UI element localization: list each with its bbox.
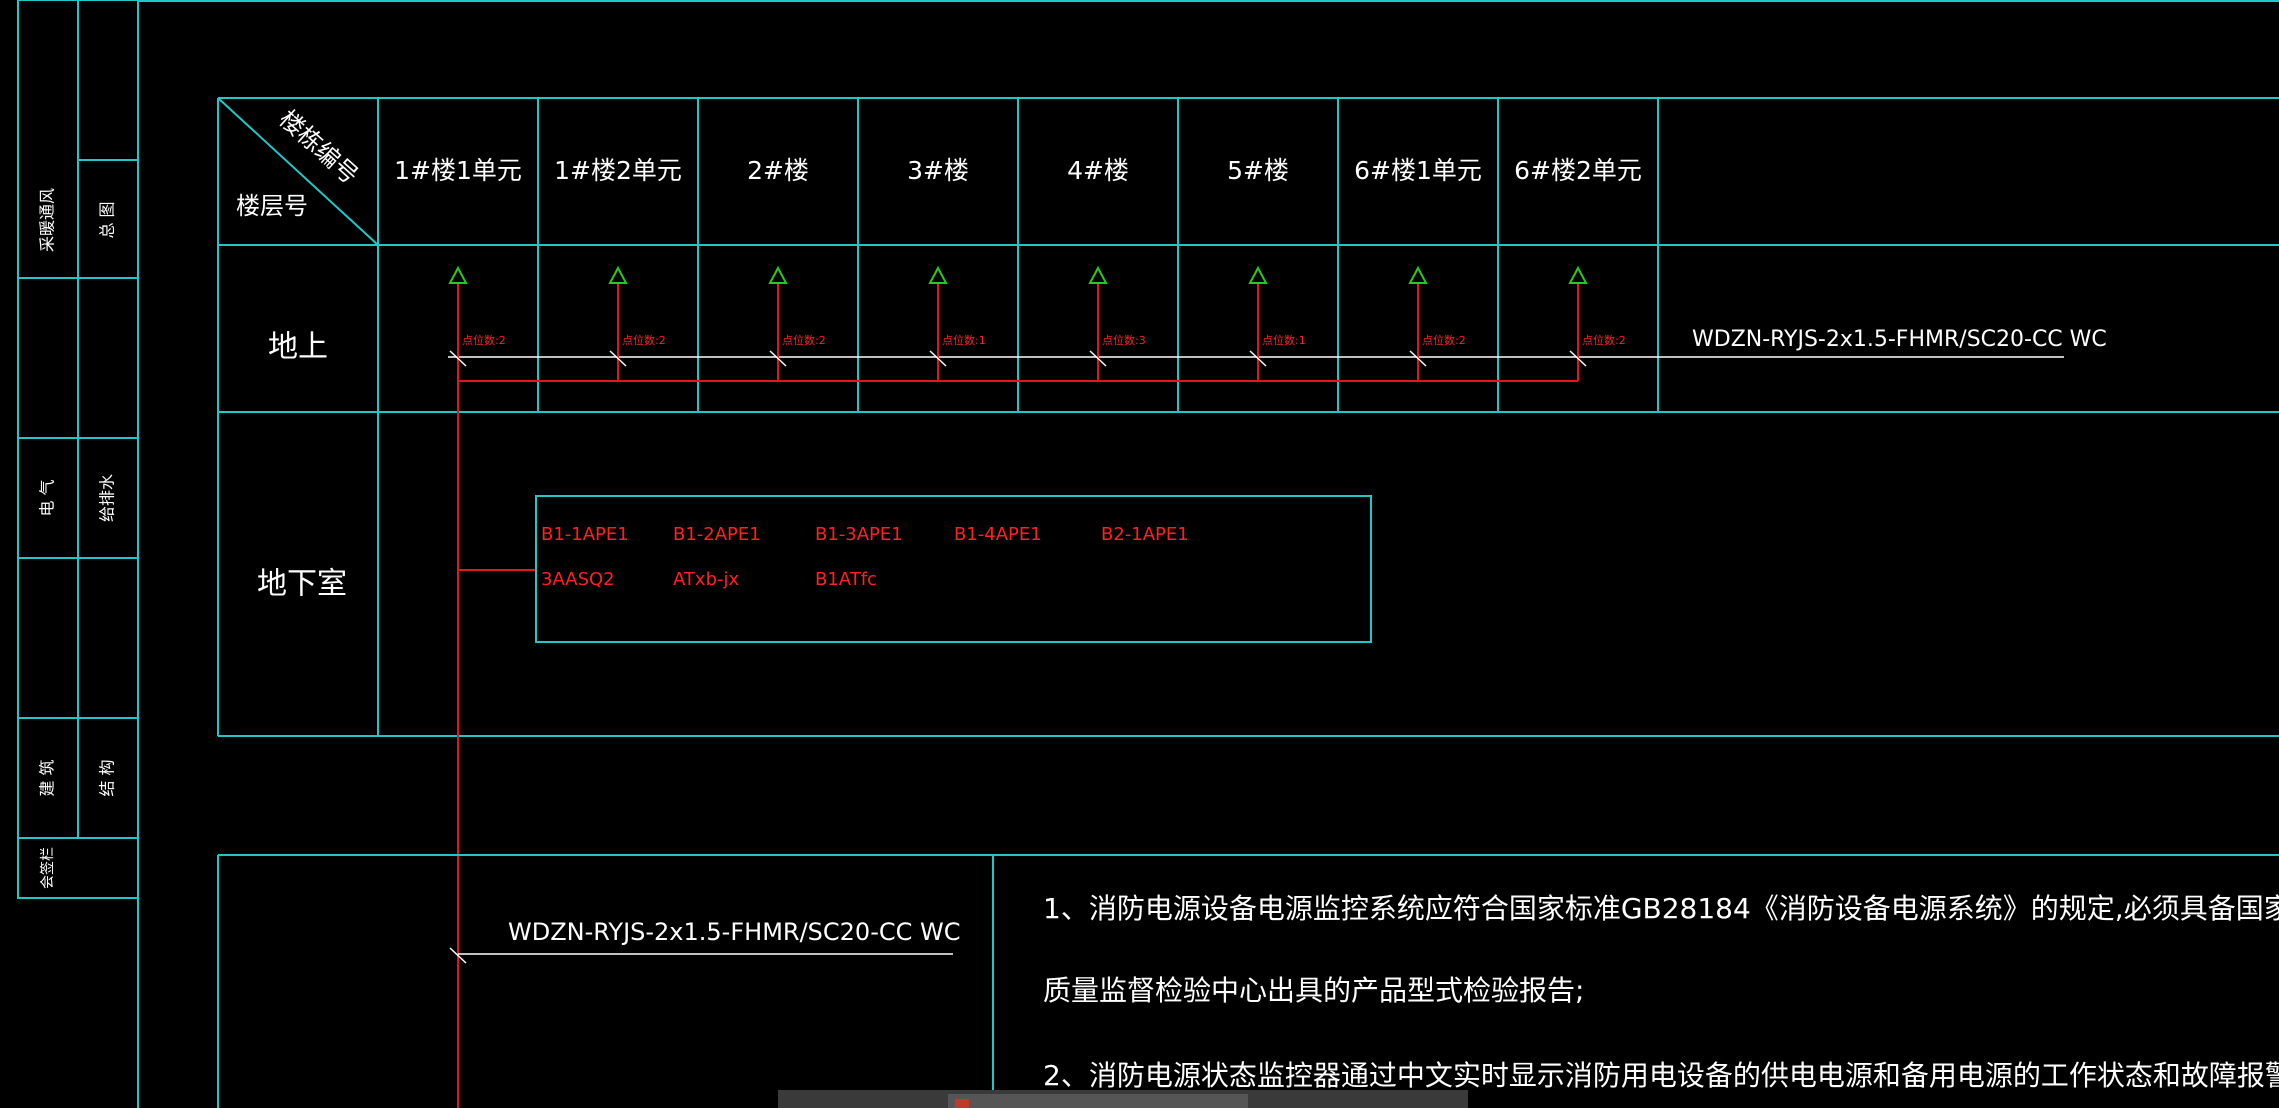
point-count: 点位数:3 — [1102, 333, 1146, 347]
monitor-point[interactable]: 点位数:2 — [1568, 265, 1626, 381]
status-bar-tab[interactable] — [948, 1094, 1248, 1108]
design-notes: 1、消防电源设备电源监控系统应符合国家标准GB28184《消防设备电源系统》的规… — [1043, 892, 2279, 1092]
monitor-point[interactable]: 点位数:2 — [1408, 265, 1466, 381]
building-label: 4#楼 — [1067, 156, 1129, 185]
title-block: 采暖通风 总 图 电 气 给排水 建 筑 结 构 会签栏 — [17, 0, 139, 1108]
building-label: 1#楼1单元 — [394, 156, 522, 185]
title-cell-countersign: 会签栏 — [39, 847, 56, 889]
app-icon — [955, 1099, 969, 1108]
title-cell-electrical: 电 气 — [38, 479, 57, 516]
title-cell-architecture: 建 筑 — [38, 759, 57, 796]
row-label-above-ground: 地上 — [268, 330, 328, 365]
sensor-triangle-icon — [1568, 265, 1588, 284]
device-label[interactable]: ATxb-jx — [673, 569, 739, 590]
row-label-basement: 地下室 — [257, 567, 347, 602]
point-count: 点位数:2 — [622, 333, 666, 347]
cable-spec-bottom: WDZN-RYJS-2x1.5-FHMR/SC20-CC WC — [508, 918, 960, 946]
point-count: 点位数:2 — [1582, 333, 1626, 347]
building-table — [217, 97, 2279, 737]
note-line: 2、消防电源状态监控器通过中文实时显示消防用电设备的供电电源和备用电源的工作状态… — [1043, 1059, 2279, 1092]
monitor-point[interactable]: 点位数:2 — [768, 265, 826, 381]
monitor-point[interactable]: 点位数:1 — [1248, 265, 1306, 381]
device-label[interactable]: B2-1APE1 — [1101, 524, 1189, 545]
sensor-triangle-icon — [1088, 265, 1108, 284]
header-building-number: 楼栋编号 — [274, 105, 364, 190]
title-cell-structure: 结 构 — [98, 759, 117, 796]
building-label: 3#楼 — [907, 156, 969, 185]
note-line: 1、消防电源设备电源监控系统应符合国家标准GB28184《消防设备电源系统》的规… — [1043, 892, 2279, 925]
building-label: 6#楼2单元 — [1514, 156, 1642, 185]
monitor-point[interactable]: 点位数:3 — [1088, 265, 1146, 381]
cable-spec-above: WDZN-RYJS-2x1.5-FHMR/SC20-CC WC — [1692, 327, 2107, 352]
sensor-triangle-icon — [768, 265, 788, 284]
device-label[interactable]: B1-4APE1 — [954, 524, 1042, 545]
device-label[interactable]: B1ATfc — [815, 569, 877, 590]
monitor-point[interactable]: 点位数:2 — [608, 265, 666, 381]
sensor-triangle-icon — [448, 265, 468, 284]
building-label: 6#楼1单元 — [1354, 156, 1482, 185]
cad-drawing-canvas[interactable]: 采暖通风 总 图 电 气 给排水 建 筑 结 构 会签栏 楼栋编号 楼层号 1#… — [0, 0, 2279, 1108]
partial-status-bar — [778, 1090, 1468, 1108]
title-cell-plumbing: 给排水 — [98, 474, 117, 522]
point-count: 点位数:1 — [1262, 333, 1306, 347]
monitor-points: 点位数:2 点位数:2 点位数:2 点位数:1 点位数:3 点位数:1 点位数:… — [448, 265, 1626, 381]
sensor-triangle-icon — [608, 265, 628, 284]
title-cell-hvac: 采暖通风 — [38, 188, 57, 252]
basement-device-box[interactable] — [535, 495, 1372, 643]
note-line: 质量监督检验中心出具的产品型式检验报告; — [1043, 974, 1584, 1007]
device-label[interactable]: 3AASQ2 — [541, 569, 615, 590]
point-count: 点位数:2 — [1422, 333, 1466, 347]
header-floor-number: 楼层号 — [236, 192, 308, 220]
monitor-point[interactable]: 点位数:2 — [448, 265, 506, 381]
basement-device-list: B1-1APE1 B1-2APE1 B1-3APE1 B1-4APE1 B2-1… — [541, 524, 1189, 590]
device-label[interactable]: B1-2APE1 — [673, 524, 761, 545]
device-label[interactable]: B1-1APE1 — [541, 524, 629, 545]
sensor-triangle-icon — [1408, 265, 1428, 284]
sensor-triangle-icon — [1248, 265, 1268, 284]
device-label[interactable]: B1-3APE1 — [815, 524, 903, 545]
building-label: 1#楼2单元 — [554, 156, 682, 185]
point-count: 点位数:1 — [942, 333, 986, 347]
point-count: 点位数:2 — [782, 333, 826, 347]
monitor-point[interactable]: 点位数:1 — [928, 265, 986, 381]
title-cell-general: 总 图 — [98, 201, 117, 238]
point-count: 点位数:2 — [462, 333, 506, 347]
building-label: 2#楼 — [747, 156, 809, 185]
building-label: 5#楼 — [1227, 156, 1289, 185]
sensor-triangle-icon — [928, 265, 948, 284]
